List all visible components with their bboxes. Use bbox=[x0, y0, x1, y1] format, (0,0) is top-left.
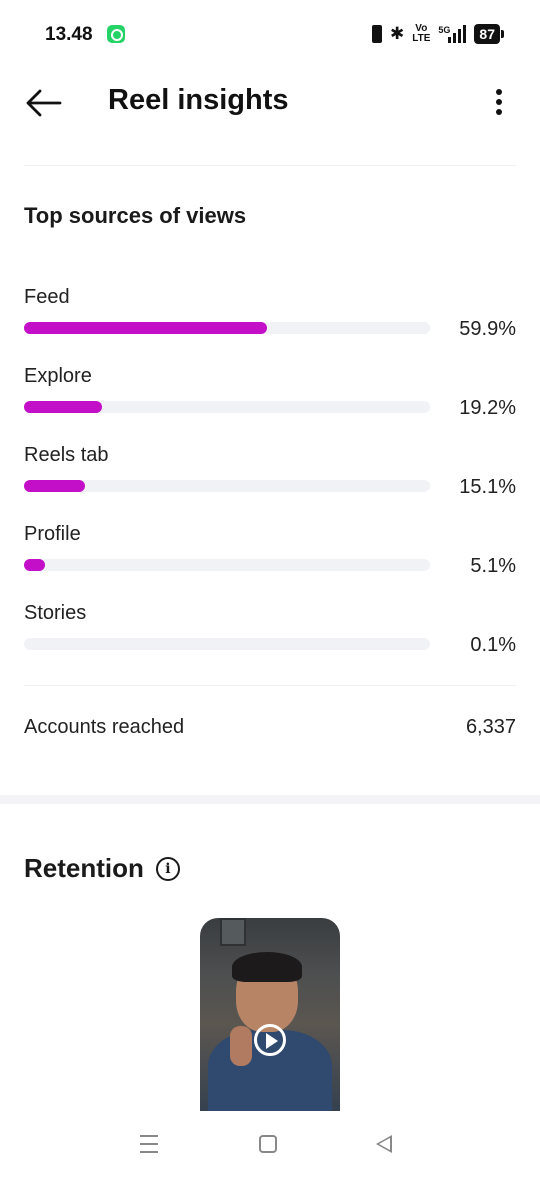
source-bar-fill bbox=[24, 480, 86, 492]
source-label: Reels tab bbox=[24, 444, 109, 466]
more-options-button[interactable] bbox=[494, 88, 504, 118]
bluetooth-icon: ✱ bbox=[390, 24, 405, 43]
source-label: Feed bbox=[24, 286, 70, 308]
vibrate-icon bbox=[372, 25, 382, 43]
source-percent: 19.2% bbox=[459, 397, 516, 419]
source-bar-track bbox=[24, 322, 430, 334]
top-sources-title: Top sources of views bbox=[24, 203, 247, 228]
signal-icon: 5G bbox=[438, 25, 467, 43]
source-label: Profile bbox=[24, 523, 81, 545]
info-icon[interactable]: i bbox=[155, 856, 180, 881]
more-vertical-icon bbox=[496, 89, 502, 115]
page-title: Reel insights bbox=[108, 84, 289, 116]
source-label: Stories bbox=[24, 602, 87, 624]
accounts-reached-value: 6,337 bbox=[465, 716, 516, 738]
back-button[interactable] bbox=[24, 88, 62, 118]
source-bar-track bbox=[24, 480, 430, 492]
play-icon[interactable] bbox=[254, 1024, 286, 1056]
source-percent: 5.1% bbox=[470, 555, 516, 577]
reel-thumbnail[interactable] bbox=[200, 918, 340, 1111]
source-row: Reels tab 15.1% bbox=[24, 444, 516, 514]
source-row: Profile 5.1% bbox=[24, 523, 516, 593]
system-back-button[interactable] bbox=[376, 1135, 392, 1153]
network-type: 5G bbox=[438, 25, 451, 35]
thumbnail-person-hair bbox=[232, 952, 302, 982]
status-time: 13.48 bbox=[45, 24, 93, 45]
source-row: Stories 0.1% bbox=[24, 602, 516, 672]
volte-indicator: Vo LTE bbox=[412, 24, 430, 44]
accounts-reached-row: Accounts reached 6,337 bbox=[24, 716, 516, 739]
thumbnail-person-hand bbox=[230, 1026, 252, 1066]
volte-bottom-text: LTE bbox=[412, 33, 431, 44]
source-percent: 59.9% bbox=[459, 318, 516, 340]
whatsapp-notification-icon bbox=[107, 25, 125, 43]
retention-title: Retention bbox=[24, 853, 144, 883]
source-percent: 0.1% bbox=[470, 634, 516, 656]
source-bar-fill bbox=[24, 401, 102, 413]
source-bar-track bbox=[24, 401, 430, 413]
app-header: Reel insights bbox=[0, 70, 540, 165]
source-bar-track bbox=[24, 638, 430, 650]
recent-apps-button[interactable] bbox=[140, 1135, 158, 1153]
source-bar-track bbox=[24, 559, 430, 571]
battery-icon: 87 bbox=[474, 24, 504, 44]
source-bar-fill bbox=[24, 322, 268, 334]
header-divider bbox=[24, 165, 516, 166]
source-row: Explore 19.2% bbox=[24, 365, 516, 435]
source-percent: 15.1% bbox=[459, 476, 516, 498]
status-icons: ✱ Vo LTE 5G 87 bbox=[372, 23, 504, 45]
section-separator bbox=[0, 795, 540, 804]
retention-header: Retention i bbox=[24, 853, 180, 884]
accounts-reached-label: Accounts reached bbox=[24, 716, 185, 738]
source-bar-fill bbox=[24, 559, 45, 571]
source-label: Explore bbox=[24, 365, 92, 387]
source-row: Feed 59.9% bbox=[24, 286, 516, 356]
sources-divider bbox=[24, 685, 516, 686]
status-bar: 13.48 ✱ Vo LTE 5G 87 bbox=[0, 0, 540, 70]
home-button[interactable] bbox=[259, 1135, 277, 1153]
arrow-left-icon bbox=[26, 89, 62, 117]
system-navigation-bar bbox=[0, 1111, 540, 1177]
thumbnail-wall-frame bbox=[220, 918, 246, 946]
